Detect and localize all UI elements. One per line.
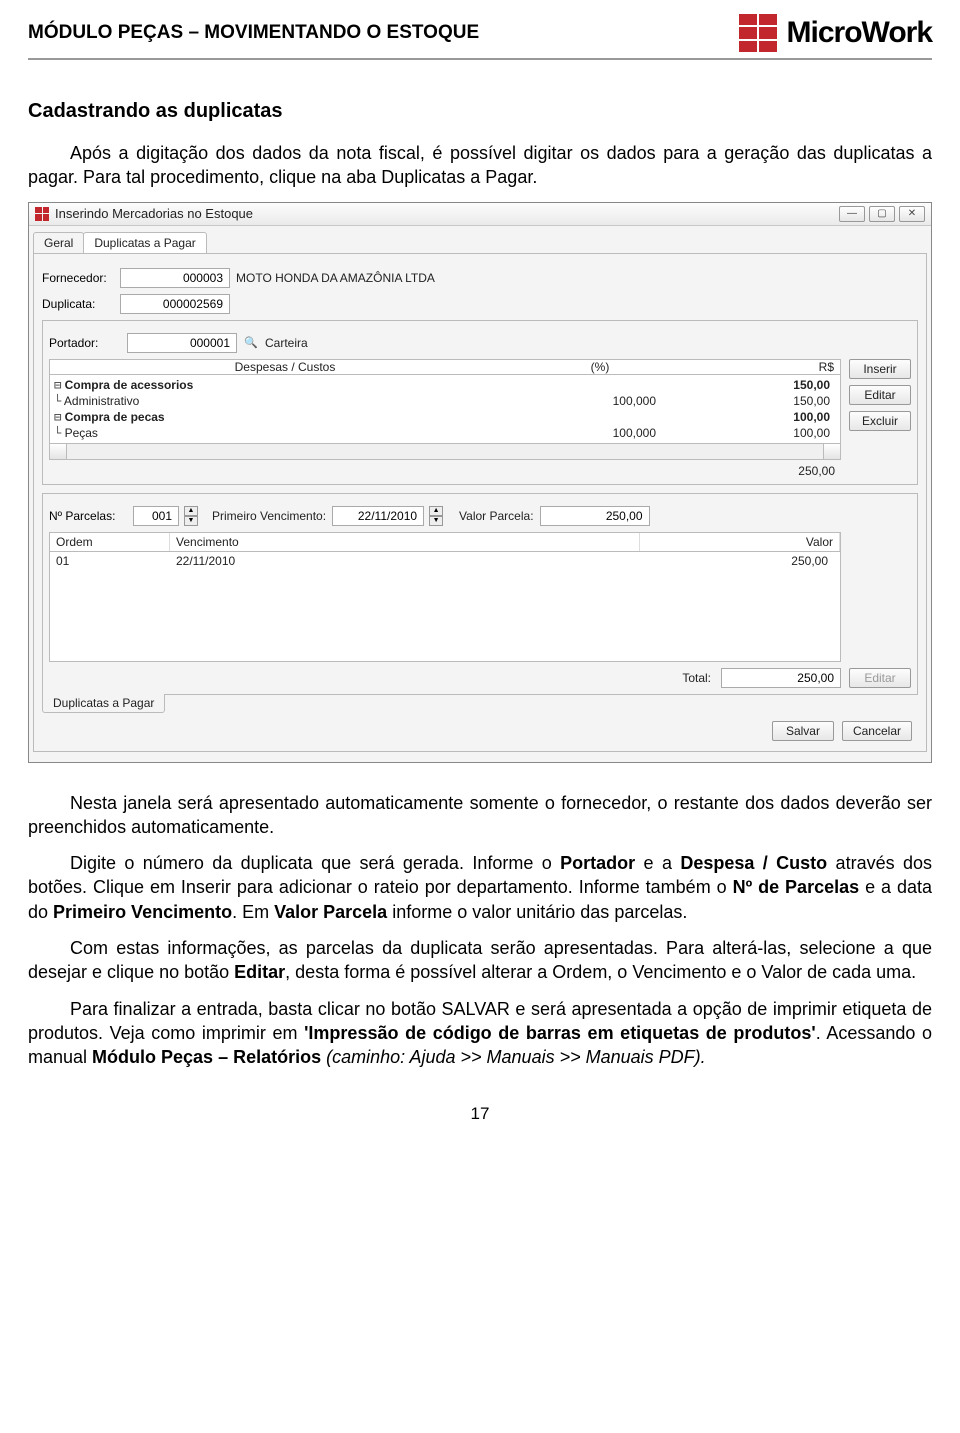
parcela-row[interactable]: 0122/11/2010250,00 (50, 552, 840, 570)
paragraph-3: Digite o número da duplicata que será ge… (28, 851, 932, 924)
paragraph-5: Para finalizar a entrada, basta clicar n… (28, 997, 932, 1070)
primeiro-vencimento-label: Primeiro Vencimento: (212, 509, 326, 523)
window-titlebar: Inserindo Mercadorias no Estoque — ▢ ✕ (29, 203, 931, 226)
fornecedor-name: MOTO HONDA DA AMAZÔNIA LTDA (236, 271, 435, 285)
cost-tree[interactable]: ⊟ Compra de acessorios150,00 └ Administr… (49, 375, 841, 444)
app-window: Inserindo Mercadorias no Estoque — ▢ ✕ G… (28, 202, 932, 763)
total-label: Total: (682, 671, 711, 685)
cost-row[interactable]: ⊟ Compra de pecas100,00 (50, 409, 840, 425)
nparcelas-label: Nº Parcelas: (49, 509, 127, 523)
salvar-button[interactable]: Salvar (772, 721, 834, 741)
cost-row[interactable]: └ Peças100,000100,00 (50, 425, 840, 441)
duplicata-label: Duplicata: (42, 297, 114, 311)
portador-name: Carteira (265, 336, 308, 350)
cost-col-rs: R$ (680, 360, 840, 374)
primeiro-vencimento-input[interactable] (332, 506, 424, 526)
maximize-button[interactable]: ▢ (869, 206, 895, 222)
main-tabs: Geral Duplicatas a Pagar (33, 232, 927, 254)
excluir-button[interactable]: Excluir (849, 411, 911, 431)
parcelas-grid-header: Ordem Vencimento Valor (49, 532, 841, 552)
nparcelas-stepper[interactable]: ▲▼ (184, 506, 198, 526)
nparcelas-input[interactable] (133, 506, 179, 526)
bottom-tab-duplicatas[interactable]: Duplicatas a Pagar (42, 694, 165, 713)
duplicata-input[interactable] (120, 294, 230, 314)
cancelar-button[interactable]: Cancelar (842, 721, 912, 741)
fornecedor-label: Fornecedor: (42, 271, 114, 285)
tab-duplicatas-a-pagar[interactable]: Duplicatas a Pagar (83, 232, 206, 253)
app-icon (35, 207, 49, 221)
cost-col-despesas: Despesas / Custos (50, 360, 520, 374)
intro-paragraph: Após a digitação dos dados da nota fisca… (28, 141, 932, 190)
parcelas-panel: Nº Parcelas: ▲▼ Primeiro Vencimento: ▲▼ … (42, 493, 918, 695)
portador-input[interactable] (127, 333, 237, 353)
page-number: 17 (28, 1104, 932, 1124)
paragraph-2: Nesta janela será apresentado automatica… (28, 791, 932, 840)
portador-label: Portador: (49, 336, 121, 350)
parcelas-grid[interactable]: 0122/11/2010250,00 (49, 552, 841, 662)
inserir-button[interactable]: Inserir (849, 359, 911, 379)
cost-row[interactable]: ⊟ Compra de acessorios150,00 (50, 377, 840, 393)
primeiro-vencimento-stepper[interactable]: ▲▼ (429, 506, 443, 526)
close-button[interactable]: ✕ (899, 206, 925, 222)
valor-parcela-label: Valor Parcela: (459, 509, 533, 523)
tab-geral[interactable]: Geral (33, 232, 84, 253)
paragraph-4: Com estas informações, as parcelas da du… (28, 936, 932, 985)
total-value (721, 668, 841, 688)
window-title: Inserindo Mercadorias no Estoque (55, 206, 253, 221)
doc-header: MÓDULO PEÇAS – MOVIMENTANDO O ESTOQUE Mi… (28, 14, 932, 60)
brand-logo: MicroWork (739, 14, 932, 52)
horizontal-scrollbar[interactable] (49, 444, 841, 460)
doc-header-title: MÓDULO PEÇAS – MOVIMENTANDO O ESTOQUE (28, 22, 479, 44)
col-ordem: Ordem (50, 533, 170, 551)
editar-cost-button[interactable]: Editar (849, 385, 911, 405)
fornecedor-input[interactable] (120, 268, 230, 288)
col-valor: Valor (640, 533, 840, 551)
cost-row[interactable]: └ Administrativo100,000150,00 (50, 393, 840, 409)
cost-col-pct: (%) (520, 360, 680, 374)
tab-panel-duplicatas: Fornecedor: MOTO HONDA DA AMAZÔNIA LTDA … (33, 254, 927, 752)
cost-total: 250,00 (49, 460, 841, 478)
rateio-panel: Portador: 🔍 Carteira Despesas / Custos (… (42, 320, 918, 485)
brand-logo-mark-icon (739, 14, 777, 52)
brand-logo-text: MicroWork (787, 16, 932, 50)
col-vencimento: Vencimento (170, 533, 640, 551)
minimize-button[interactable]: — (839, 206, 865, 222)
search-icon[interactable]: 🔍 (243, 335, 259, 351)
editar-parcela-button[interactable]: Editar (849, 668, 911, 688)
section-heading: Cadastrando as duplicatas (28, 100, 932, 123)
valor-parcela-input[interactable] (540, 506, 650, 526)
